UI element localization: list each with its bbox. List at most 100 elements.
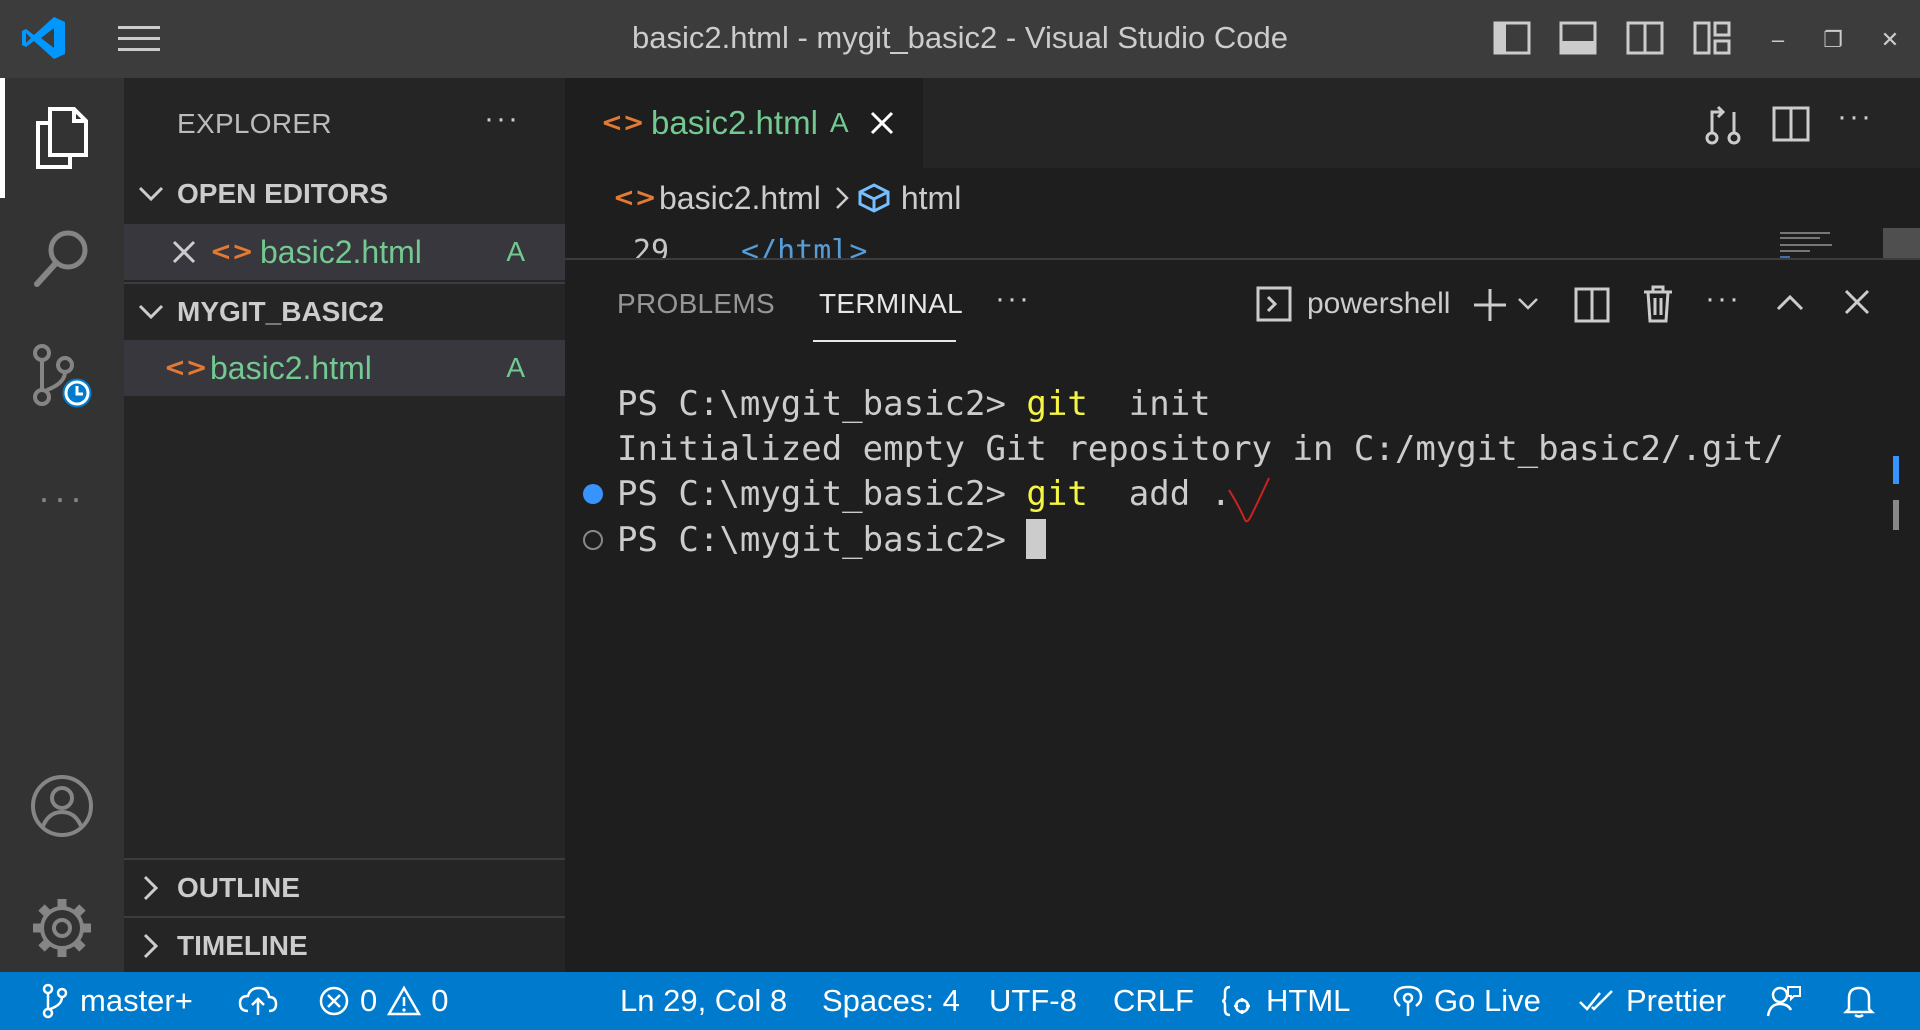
restore-button[interactable]: ❐	[1815, 22, 1851, 58]
chevron-down-icon[interactable]	[1517, 296, 1539, 312]
status-bar: master+ 0 0 Ln 29, Col 8 Spaces: 4 UTF-8…	[0, 972, 1920, 1030]
active-tab-underline	[813, 340, 956, 342]
terminal-selector[interactable]: powershell	[1255, 284, 1450, 324]
indentation[interactable]: Spaces: 4	[822, 972, 960, 1030]
html-file-icon: <>	[601, 108, 645, 138]
chevron-right-icon	[124, 933, 177, 959]
terminal-line: PS C:\mygit_basic2> git init	[617, 384, 1211, 424]
open-editors-section[interactable]: OPEN EDITORS	[124, 166, 565, 222]
minimap[interactable]	[1780, 230, 1860, 258]
source-control-icon[interactable]	[0, 318, 124, 438]
chevron-down-icon	[124, 185, 177, 203]
git-added-badge: A	[506, 236, 525, 267]
terminal-prompt: PS C:\mygit_basic2>	[617, 384, 1027, 424]
editor-more-icon[interactable]: ···	[1837, 100, 1873, 134]
terminal-line: PS C:\mygit_basic2>	[617, 519, 1047, 560]
double-check-icon	[1579, 990, 1613, 1011]
timeline-section[interactable]: TIMELINE	[124, 918, 565, 974]
chevron-right-icon	[124, 875, 177, 901]
code-text: </html>	[741, 234, 868, 260]
activity-bar: ···	[0, 78, 124, 972]
toggle-primary-sidebar-icon[interactable]	[1492, 18, 1532, 58]
terminal-command: git	[1026, 384, 1088, 424]
editor-code-line[interactable]: 29 </html>	[565, 228, 1920, 260]
scrollbar-marker	[1893, 456, 1899, 484]
error-count: 0	[360, 983, 378, 1018]
trash-icon[interactable]	[1641, 284, 1675, 324]
split-editor-icon[interactable]	[1771, 104, 1811, 144]
warning-count: 0	[431, 983, 449, 1018]
prettier-button[interactable]: Prettier	[1578, 972, 1726, 1030]
vscode-logo-icon[interactable]	[20, 14, 68, 62]
breadcrumb: <> basic2.html html	[565, 168, 1920, 228]
symbol-element-icon	[857, 182, 891, 214]
close-editor-icon[interactable]	[124, 240, 210, 264]
open-editor-filename: basic2.html	[260, 233, 422, 270]
tab-git-badge: A	[829, 107, 849, 138]
open-changes-icon[interactable]	[1703, 102, 1743, 146]
breadcrumb-symbol[interactable]: html	[901, 180, 961, 217]
maximize-panel-icon[interactable]	[1775, 292, 1805, 312]
terminal-more-icon[interactable]: ···	[1705, 282, 1741, 316]
notifications-bell-icon[interactable]	[1843, 972, 1875, 1030]
terminal-args: init	[1087, 384, 1211, 424]
html-file-icon: <>	[164, 353, 208, 383]
scrollbar-marker	[1893, 500, 1899, 530]
project-file-item[interactable]: <> basic2.html A	[124, 340, 565, 396]
new-terminal-icon[interactable]	[1471, 286, 1509, 324]
broadcast-icon	[1393, 985, 1423, 1016]
terminal-output[interactable]: PS C:\mygit_basic2> git init Initialized…	[565, 350, 1920, 972]
explorer-icon[interactable]	[0, 78, 124, 198]
sync-changes-icon[interactable]	[238, 972, 278, 1030]
panel-more-icon[interactable]: ···	[995, 282, 1031, 316]
accounts-icon[interactable]	[0, 746, 124, 866]
git-added-badge: A	[506, 352, 525, 383]
problems-item[interactable]: 0 0	[318, 972, 449, 1030]
timeline-label: TIMELINE	[177, 930, 308, 961]
terminal-cursor	[1026, 519, 1047, 559]
command-success-icon[interactable]	[583, 484, 603, 504]
explorer-more-icon[interactable]: ···	[484, 102, 520, 136]
search-icon[interactable]	[0, 198, 124, 318]
settings-gear-icon[interactable]	[0, 868, 124, 988]
terminal-command: git	[1026, 474, 1088, 514]
tab-filename: basic2.html	[651, 104, 818, 141]
outline-section[interactable]: OUTLINE	[124, 860, 565, 916]
breadcrumb-file[interactable]: basic2.html	[659, 180, 821, 217]
application-menu-icon[interactable]	[118, 24, 160, 54]
project-folder-label: MYGIT_BASIC2	[177, 296, 384, 327]
close-panel-icon[interactable]	[1843, 288, 1871, 316]
split-terminal-icon[interactable]	[1573, 286, 1611, 324]
prettier-label: Prettier	[1626, 983, 1726, 1018]
end-of-line[interactable]: CRLF	[1113, 972, 1194, 1030]
editor-tab-bar: <> basic2.html A ···	[565, 78, 1920, 168]
go-live-button[interactable]: Go Live	[1392, 972, 1541, 1030]
html-file-icon: <>	[613, 183, 657, 213]
toggle-secondary-sidebar-icon[interactable]	[1625, 18, 1665, 58]
minimize-button[interactable]: –	[1760, 22, 1796, 58]
language-mode[interactable]: HTML	[1220, 972, 1350, 1030]
editor-scrollbar[interactable]	[1883, 228, 1920, 260]
git-branch-item[interactable]: master+	[40, 972, 193, 1030]
terminal-prompt: PS C:\mygit_basic2>	[617, 520, 1027, 560]
editor-tab[interactable]: <> basic2.html A	[565, 78, 923, 168]
tab-problems[interactable]: PROBLEMS	[617, 288, 775, 320]
command-pending-icon[interactable]	[583, 530, 603, 550]
explorer-sidebar: EXPLORER ··· OPEN EDITORS <> basic2.html…	[124, 78, 565, 972]
panel-divider[interactable]	[565, 258, 1920, 260]
terminal-line: PS C:\mygit_basic2> git add .	[617, 474, 1231, 514]
git-branch-icon	[42, 983, 68, 1019]
encoding[interactable]: UTF-8	[989, 972, 1077, 1030]
customize-layout-icon[interactable]	[1692, 18, 1732, 58]
toggle-panel-icon[interactable]	[1558, 18, 1598, 58]
close-tab-icon[interactable]	[869, 110, 895, 136]
terminal-args: add .	[1087, 474, 1232, 514]
panel-header: PROBLEMS TERMINAL ··· powershell ···	[565, 262, 1920, 350]
feedback-icon[interactable]	[1766, 972, 1802, 1030]
more-icon[interactable]: ···	[0, 438, 124, 558]
tab-terminal[interactable]: TERMINAL	[819, 288, 963, 320]
cursor-position[interactable]: Ln 29, Col 8	[620, 972, 787, 1030]
open-editor-item[interactable]: <> basic2.html A	[124, 224, 565, 280]
close-window-button[interactable]: ✕	[1872, 22, 1908, 58]
project-folder-section[interactable]: MYGIT_BASIC2	[124, 284, 565, 340]
